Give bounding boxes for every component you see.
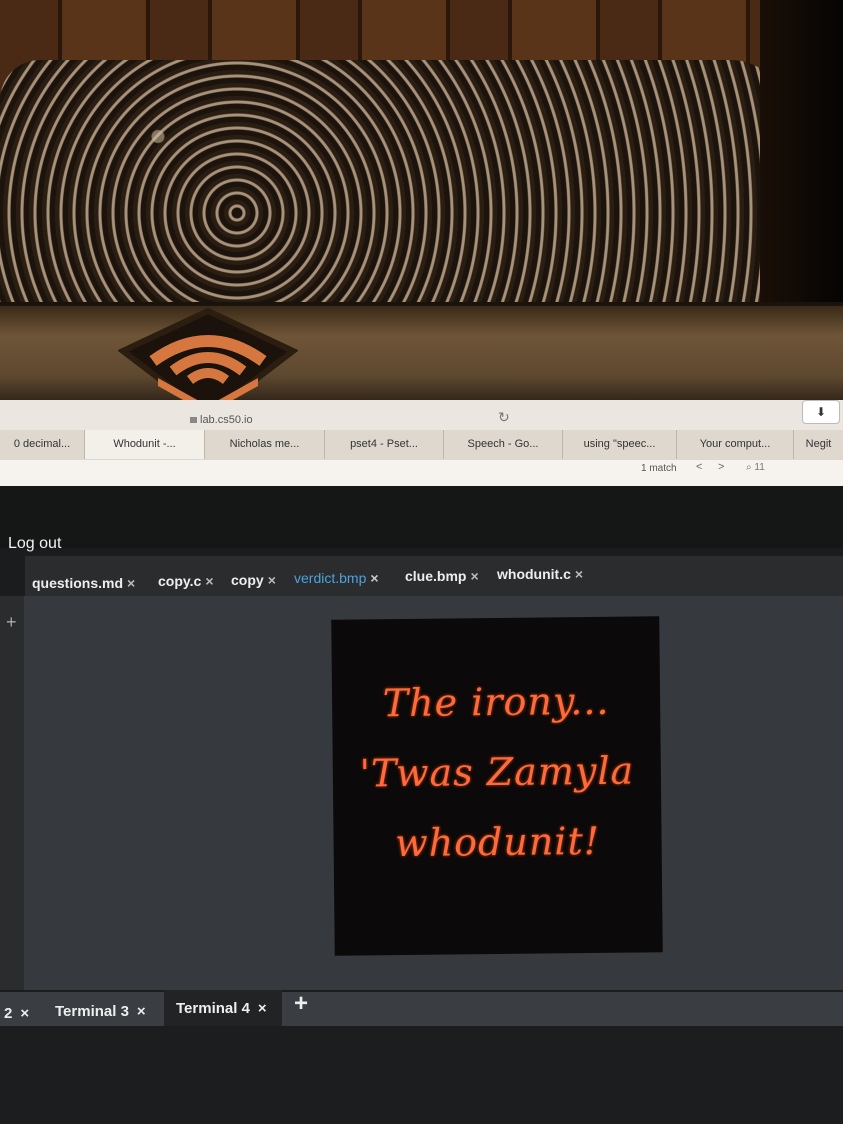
- close-icon[interactable]: ×: [370, 570, 378, 586]
- close-icon[interactable]: ×: [205, 573, 213, 589]
- close-icon[interactable]: ×: [258, 1000, 267, 1017]
- find-next-button[interactable]: >: [718, 461, 724, 473]
- browser-tab[interactable]: using "speec...: [563, 430, 677, 459]
- find-query-text: 11: [754, 462, 765, 473]
- tab-terminal-4[interactable]: Terminal 4 ×: [176, 1000, 267, 1017]
- browser-tab[interactable]: 0 decimal...: [0, 430, 85, 459]
- tab-questions-md[interactable]: questions.md ×: [32, 575, 135, 591]
- url-text[interactable]: lab.cs50.io: [200, 414, 253, 426]
- address-bar[interactable]: [0, 400, 843, 432]
- browser-tab[interactable]: pset4 - Pset...: [325, 430, 444, 459]
- close-icon[interactable]: ×: [20, 1005, 29, 1022]
- find-input[interactable]: ⌕ 11: [746, 462, 765, 473]
- background-blanket: [0, 60, 790, 315]
- close-icon[interactable]: ×: [137, 1003, 146, 1020]
- tab-label: whodunit.c: [497, 566, 571, 582]
- browser-tab-active[interactable]: Whodunit -...: [85, 430, 205, 459]
- image-text-line: 'Twas Zamyla: [359, 748, 635, 796]
- close-icon[interactable]: ×: [127, 575, 135, 591]
- reload-icon[interactable]: ↻: [498, 409, 510, 426]
- close-icon[interactable]: ×: [575, 566, 583, 582]
- ide-menu-bar: [0, 486, 843, 548]
- download-icon[interactable]: ⬇: [802, 400, 840, 424]
- tab-copy[interactable]: copy ×: [231, 572, 276, 588]
- tab-label: 2: [4, 1005, 13, 1022]
- find-prev-button[interactable]: <: [696, 461, 702, 473]
- browser-tab[interactable]: Negit: [794, 430, 843, 459]
- tab-label: clue.bmp: [405, 568, 467, 584]
- tab-label: copy.c: [158, 573, 202, 589]
- tab-terminal-2[interactable]: 2 ×: [4, 1005, 29, 1022]
- logout-link[interactable]: Log out: [8, 535, 61, 553]
- new-terminal-button[interactable]: +: [294, 990, 308, 1018]
- tab-label: Terminal 4: [176, 1000, 250, 1017]
- tab-clue-bmp[interactable]: clue.bmp ×: [405, 568, 479, 584]
- tab-label: Terminal 3: [55, 1003, 129, 1020]
- close-icon[interactable]: ×: [470, 568, 478, 584]
- tab-label: copy: [231, 572, 264, 588]
- browser-tab[interactable]: Nicholas me...: [205, 430, 325, 459]
- close-icon[interactable]: ×: [268, 572, 276, 588]
- tab-copy-c[interactable]: copy.c ×: [158, 573, 214, 589]
- browser-tab-strip: 0 decimal... Whodunit -... Nicholas me..…: [0, 430, 843, 461]
- tab-label: verdict.bmp: [294, 570, 367, 586]
- find-bar: [0, 460, 843, 486]
- image-text-line: whodunit!: [394, 818, 601, 866]
- add-pane-button[interactable]: +: [6, 612, 17, 633]
- tab-terminal-3[interactable]: Terminal 3 ×: [55, 1003, 146, 1020]
- browser-tab[interactable]: Speech - Go...: [444, 430, 563, 459]
- verdict-image: The irony... 'Twas Zamyla whodunit!: [331, 616, 663, 956]
- lock-icon: [190, 417, 197, 423]
- background-shadow: [760, 0, 843, 320]
- browser-tab[interactable]: Your comput...: [677, 430, 794, 459]
- find-match-count: 1 match: [641, 463, 677, 474]
- tab-label: questions.md: [32, 575, 124, 591]
- side-gutter: [0, 596, 24, 990]
- terminal-body[interactable]: [0, 1026, 843, 1124]
- tab-verdict-bmp[interactable]: verdict.bmp ×: [294, 570, 379, 586]
- image-text-line: The irony...: [382, 678, 610, 726]
- tab-whodunit-c[interactable]: whodunit.c ×: [497, 566, 583, 582]
